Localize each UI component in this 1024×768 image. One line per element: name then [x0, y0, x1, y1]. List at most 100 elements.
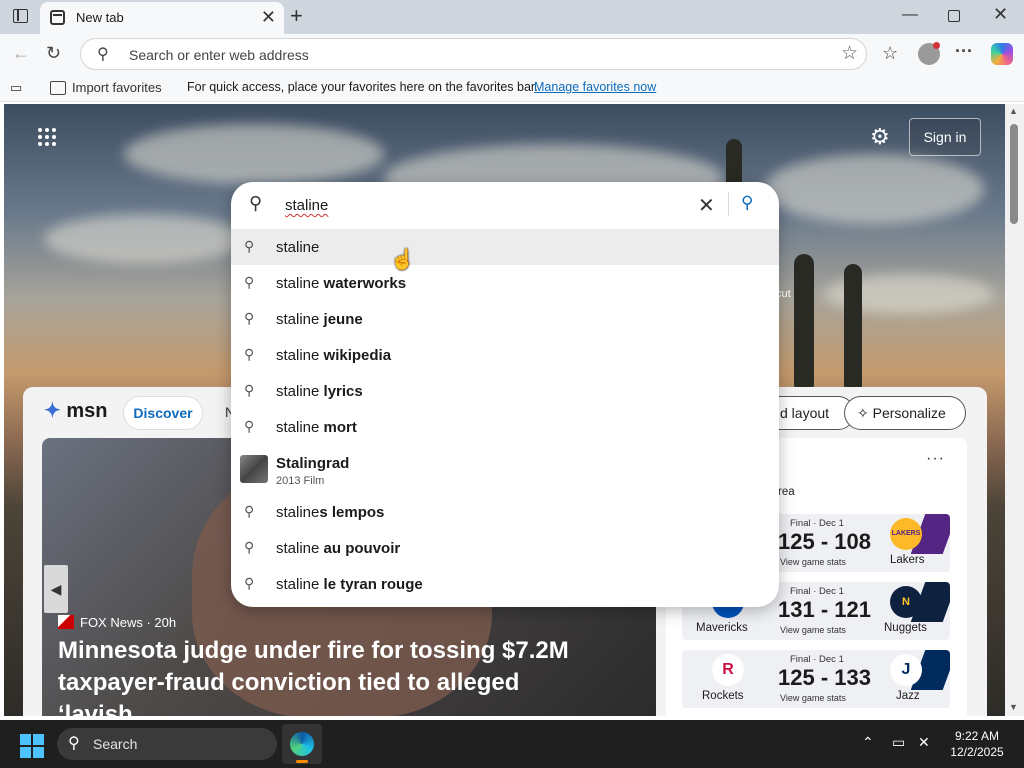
refresh-icon[interactable]: ↻ [46, 43, 61, 63]
windows-start-icon[interactable] [20, 734, 44, 758]
search-icon: ⚲ [244, 539, 255, 555]
settings-gear-icon[interactable]: ⚙ [870, 124, 890, 150]
import-favorites-button[interactable]: Import favorites [72, 80, 162, 95]
search-icon: ⚲ [244, 382, 255, 398]
personalize-button[interactable]: ✧ Personalize [844, 396, 966, 430]
apps-grid-icon[interactable] [38, 128, 58, 148]
sign-in-button[interactable]: Sign in [909, 118, 981, 156]
game-stats-link[interactable]: View game stats [780, 693, 846, 703]
nuggets-logo-icon: N [890, 586, 922, 618]
favorites-icon[interactable]: ☆ [882, 43, 898, 63]
restore-icon[interactable] [948, 10, 960, 22]
search-icon: ⚲ [244, 418, 255, 434]
suggestion-item[interactable]: ⚲ staline lyrics [231, 373, 779, 409]
taskbar-search-label: Search [93, 736, 138, 752]
profile-avatar-icon[interactable] [918, 42, 940, 65]
story-source: FOX News · 20h [58, 615, 176, 630]
suggestion-item[interactable]: ⚲ staline waterworks [231, 265, 779, 301]
edge-taskbar-icon[interactable] [282, 724, 322, 764]
entity-suggestion[interactable]: Stalingrad 2013 Film [231, 445, 779, 493]
back-arrow-icon[interactable]: ← [12, 43, 30, 63]
minimize-icon[interactable]: — [902, 6, 918, 24]
tab-actions-icon[interactable]: ▭ [10, 80, 22, 96]
search-input[interactable]: staline [285, 197, 328, 214]
sidebar-toggle-icon[interactable] [13, 9, 28, 23]
hand-cursor-icon: ☝ [390, 249, 415, 271]
team-name: Jazz [896, 690, 920, 702]
team-name: Rockets [702, 690, 744, 702]
submit-search-icon[interactable]: ⚲ [741, 193, 753, 213]
game-score: 125 - 108 [778, 529, 871, 554]
title-bar: New tab ✕ + — ✕ [0, 0, 1024, 34]
manage-favorites-link[interactable]: Manage favorites now [534, 80, 656, 94]
game-row[interactable]: R Rockets Final · Dec 1 125 - 133 View g… [682, 650, 950, 708]
suggestion-item[interactable]: ⚲ staline wikipedia [231, 337, 779, 373]
game-stats-link[interactable]: View game stats [780, 625, 846, 635]
sports-region-label: rea [778, 486, 795, 498]
suggestion-item[interactable]: ⚲ staline [231, 229, 779, 265]
lakers-logo-icon: LAKERS [890, 518, 922, 550]
tab-discover[interactable]: Discover [123, 396, 203, 430]
taskbar-search[interactable]: ⚲ Search [57, 728, 277, 760]
page-scrollbar[interactable]: ▲ ▼ [1005, 104, 1024, 716]
close-tab-icon[interactable]: ✕ [261, 7, 276, 27]
favorites-bar-message: For quick access, place your favorites h… [187, 80, 538, 94]
movie-thumbnail [240, 455, 268, 483]
tray-chevron-icon[interactable]: ⌃ [862, 734, 874, 751]
search-icon: ⚲ [244, 346, 255, 362]
address-bar[interactable]: ⚲ Search or enter web address ☆ [80, 38, 867, 70]
sparkle-icon: ✧ [857, 405, 873, 421]
team-name: Lakers [890, 554, 925, 566]
entity-subtitle: 2013 Film [276, 475, 325, 487]
tab-new-tab[interactable]: New tab ✕ [40, 2, 284, 34]
clock-time: 9:22 AM [954, 729, 1000, 743]
search-icon: ⚲ [244, 575, 255, 591]
entity-title: Stalingrad [276, 455, 350, 472]
search-icon: ⚲ [244, 238, 255, 254]
tab-title: New tab [76, 10, 124, 25]
suggestion-item[interactable]: ⚲ staline jeune [231, 301, 779, 337]
game-stats-link[interactable]: View game stats [780, 557, 846, 567]
search-icon: ⚲ [97, 46, 109, 63]
address-placeholder: Search or enter web address [129, 47, 309, 63]
search-icon: ⚲ [244, 274, 255, 290]
tab-page-icon [50, 10, 65, 25]
game-score: 125 - 133 [778, 665, 871, 690]
suggestion-item[interactable]: ⚲ staline le tyran rouge [231, 566, 779, 602]
story-headline[interactable]: Minnesota judge under fire for tossing $… [58, 635, 618, 716]
game-status: Final · Dec 1 [790, 654, 844, 665]
fox-news-logo-icon [58, 615, 74, 629]
import-icon [50, 81, 66, 95]
clear-search-icon[interactable]: ✕ [698, 193, 715, 218]
search-dropdown: ⚲ staline ✕ ⚲ ⚲ staline ⚲ staline waterwor… [231, 182, 779, 607]
scrollbar-thumb[interactable] [1010, 124, 1018, 224]
copilot-icon[interactable] [991, 43, 1013, 65]
team-name: Mavericks [696, 622, 748, 634]
search-icon: ⚲ [68, 735, 80, 752]
rockets-logo-icon: R [712, 654, 744, 686]
game-status: Final · Dec 1 [790, 518, 844, 529]
game-score: 131 - 121 [778, 597, 871, 622]
suggestion-item[interactable]: ⚲ stalines lempos [231, 494, 779, 530]
jazz-logo-icon: J [890, 654, 922, 686]
msn-logo[interactable]: ✦ msn [44, 398, 107, 423]
favorites-bar: ▭ Import favorites For quick access, pla… [0, 74, 1024, 102]
game-status: Final · Dec 1 [790, 586, 844, 597]
add-favorite-star-icon[interactable]: ☆ [841, 42, 858, 65]
taskbar: ⚲ Search ⌃ ▭ ✕ 9:22 AM 12/2/2025 [0, 720, 1024, 768]
search-icon: ⚲ [249, 193, 263, 213]
search-icon: ⚲ [244, 503, 255, 519]
carousel-prev-button[interactable]: ◀ [44, 565, 68, 613]
network-icon[interactable]: ▭ [892, 734, 905, 751]
more-options-icon[interactable]: ··· [955, 41, 973, 61]
search-icon: ⚲ [244, 310, 255, 326]
window-close-icon[interactable]: ✕ [993, 4, 1008, 25]
more-icon[interactable]: ··· [926, 450, 945, 468]
suggestion-item[interactable]: ⚲ staline mort [231, 409, 779, 445]
new-tab-plus-icon[interactable]: + [290, 3, 303, 29]
team-name: Nuggets [884, 622, 927, 634]
suggestion-item[interactable]: ⚲ staline au pouvoir [231, 530, 779, 566]
volume-muted-icon[interactable]: ✕ [918, 734, 930, 751]
clock-date: 12/2/2025 [950, 745, 1004, 759]
clock[interactable]: 9:22 AM 12/2/2025 [947, 728, 1007, 760]
